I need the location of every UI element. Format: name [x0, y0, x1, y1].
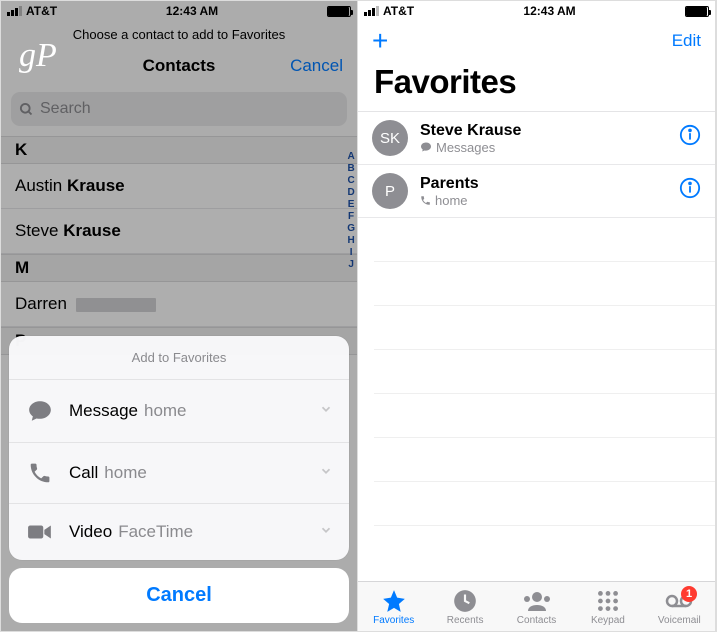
action-sheet: Add to Favorites Message home Call home	[9, 336, 349, 623]
voicemail-badge: 1	[681, 586, 697, 602]
tab-label: Recents	[447, 615, 484, 626]
favorite-name: Steve Krause	[420, 122, 679, 140]
chevron-down-icon	[319, 401, 333, 421]
message-icon	[25, 398, 55, 424]
battery-icon	[685, 6, 709, 17]
sheet-cancel-button[interactable]: Cancel	[9, 568, 349, 623]
favorites-topbar: + Edit	[358, 21, 715, 61]
contact-row[interactable]: Steve Krause	[1, 209, 357, 254]
contacts-icon	[522, 588, 552, 614]
sheet-option-message[interactable]: Message home	[9, 379, 349, 442]
sheet-option-video[interactable]: Video FaceTime	[9, 503, 349, 560]
favorites-list: SK Steve Krause Messages P Parents home	[358, 111, 715, 218]
carrier-label: AT&T	[383, 4, 414, 18]
redacted-text	[76, 298, 156, 312]
status-bar: AT&T 12:43 AM	[1, 1, 357, 21]
tab-recents[interactable]: Recents	[429, 582, 500, 631]
tab-favorites[interactable]: Favorites	[358, 582, 429, 631]
chevron-down-icon	[319, 522, 333, 542]
chevron-down-icon	[319, 463, 333, 483]
picker-cancel-button[interactable]: Cancel	[290, 56, 343, 76]
left-phone: AT&T 12:43 AM Choose a contact to add to…	[1, 1, 358, 631]
clock-icon	[452, 588, 478, 614]
add-favorite-button[interactable]: +	[372, 27, 388, 55]
status-time: 12:43 AM	[523, 4, 575, 18]
section-header: K	[1, 136, 357, 164]
phone-icon	[420, 195, 431, 206]
favorite-sublabel: home	[435, 193, 468, 208]
watermark-logo: gP	[19, 37, 57, 75]
signal-icon	[7, 6, 22, 16]
tab-bar: Favorites Recents Contacts Keypad 1 Voic…	[358, 581, 715, 631]
favorite-row[interactable]: P Parents home	[358, 165, 715, 218]
info-button[interactable]	[679, 124, 701, 152]
search-placeholder: Search	[40, 100, 91, 118]
status-time: 12:43 AM	[166, 4, 218, 18]
page-title: Favorites	[358, 61, 715, 111]
tab-label: Favorites	[373, 615, 414, 626]
tab-label: Keypad	[591, 615, 625, 626]
sheet-title: Add to Favorites	[9, 336, 349, 379]
edit-button[interactable]: Edit	[672, 31, 701, 51]
phone-icon	[25, 461, 55, 485]
section-header: M	[1, 254, 357, 282]
signal-icon	[364, 6, 379, 16]
tab-contacts[interactable]: Contacts	[501, 582, 572, 631]
status-bar: AT&T 12:43 AM	[358, 1, 715, 21]
tab-label: Voicemail	[658, 615, 701, 626]
tab-voicemail[interactable]: 1 Voicemail	[644, 582, 715, 631]
empty-rows	[358, 218, 715, 526]
star-icon	[381, 588, 407, 614]
favorite-sublabel: Messages	[436, 140, 495, 155]
info-button[interactable]	[679, 177, 701, 205]
alpha-index[interactable]: ABCDEFGHIJ	[347, 151, 355, 271]
search-icon	[19, 102, 34, 117]
message-icon	[420, 141, 432, 153]
search-field[interactable]: Search	[11, 92, 347, 126]
contact-row[interactable]: Darren	[1, 282, 357, 327]
carrier-label: AT&T	[26, 4, 57, 18]
contact-row[interactable]: Austin Krause	[1, 164, 357, 209]
battery-icon	[327, 6, 351, 17]
right-phone: AT&T 12:43 AM + Edit Favorites SK Steve …	[358, 1, 716, 631]
tab-label: Contacts	[517, 615, 556, 626]
favorite-name: Parents	[420, 175, 679, 193]
avatar: SK	[372, 120, 408, 156]
tab-keypad[interactable]: Keypad	[572, 582, 643, 631]
sheet-option-call[interactable]: Call home	[9, 442, 349, 503]
avatar: P	[372, 173, 408, 209]
keypad-icon	[595, 588, 621, 614]
favorite-row[interactable]: SK Steve Krause Messages	[358, 112, 715, 165]
picker-title: Contacts	[143, 56, 216, 76]
video-icon	[25, 522, 55, 542]
